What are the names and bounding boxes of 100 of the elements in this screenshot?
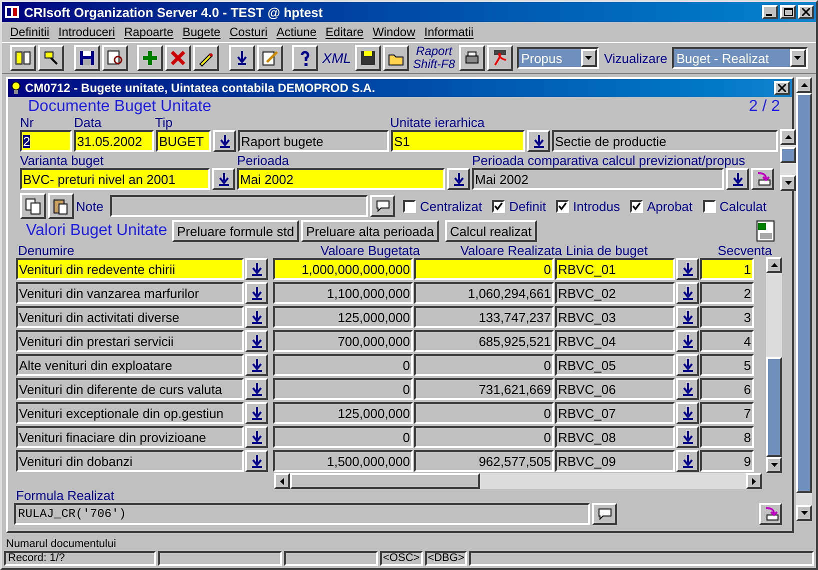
table-cell[interactable]: RBVC_05 [555,354,675,376]
checkbox[interactable] [702,200,716,212]
table-cell[interactable]: 7 [700,402,754,424]
lookup-button[interactable] [676,258,699,280]
table-cell[interactable]: Venituri din redevente chirii [16,258,244,280]
vertical-scrollbar[interactable] [766,257,782,473]
input-field[interactable]: Mai 2002 [472,168,724,190]
table-cell[interactable]: 0 [414,402,554,424]
lookup-button[interactable] [676,306,699,328]
menu-item[interactable]: Editare [326,26,364,38]
table-cell[interactable]: 133,747,237 [414,306,554,328]
paste-icon[interactable] [48,193,74,219]
table-cell[interactable]: Venituri din vanzarea marfurilor [16,282,244,304]
table-cell[interactable]: 4 [700,330,754,352]
table-cell[interactable]: 1,000,000,000,000 [273,258,413,280]
table-cell[interactable]: Venituri din activitati diverse [16,306,244,328]
comment-button[interactable] [370,195,395,217]
table-cell[interactable]: 0 [414,354,554,376]
lookup-button[interactable] [245,426,268,448]
table-cell[interactable]: 125,000,000 [273,402,413,424]
checkbox[interactable] [403,200,416,212]
table-cell[interactable]: Venituri din dobanzi [16,450,244,472]
input-field[interactable]: 2 [20,130,72,152]
table-cell[interactable]: RBVC_02 [555,282,675,304]
table-cell[interactable]: 1,060,294,661 [414,282,554,304]
action-button[interactable]: Calcul realizat [444,220,537,242]
menu-item[interactable]: Bugete [182,26,220,38]
lookup-button[interactable] [676,354,699,376]
folder-icon[interactable] [383,45,410,71]
table-cell[interactable]: 6 [700,378,754,400]
table-cell[interactable]: 0 [273,426,413,448]
lookup-button[interactable] [212,168,235,190]
description-field[interactable]: Sectie de productie [552,130,778,152]
table-cell[interactable]: 0 [273,378,413,400]
transfer-button[interactable] [759,503,782,525]
save-icon[interactable] [355,45,382,71]
lookup-button[interactable] [245,402,268,424]
print-preview-icon[interactable] [102,45,128,71]
menu-item[interactable]: Costuri [229,26,268,38]
table-cell[interactable]: Alte venituri din exploatare [16,354,244,376]
menu-item[interactable]: Window [372,26,416,38]
table-cell[interactable]: 0 [273,354,413,376]
lookup-button[interactable] [245,450,268,472]
menu-item[interactable]: Informatii [424,26,474,38]
lookup-button[interactable] [245,306,268,328]
table-cell[interactable]: Venituri din prestari servicii [16,330,244,352]
lookup-button[interactable] [676,450,699,472]
table-cell[interactable]: RBVC_03 [555,306,675,328]
table-cell[interactable]: 8 [700,426,754,448]
lookup-button[interactable] [245,282,268,304]
xml-button[interactable]: XML [320,51,354,65]
table-cell[interactable]: 125,000,000 [273,306,413,328]
menu-item[interactable]: Definitii [10,26,50,38]
table-cell[interactable]: 5 [700,354,754,376]
vertical-scrollbar[interactable] [796,77,812,521]
input-field[interactable]: BVC- preturi nivel an 2001 [20,168,210,190]
table-cell[interactable]: Venituri exceptionale din op.gestiun [16,402,244,424]
lookup-button[interactable] [676,378,699,400]
table-cell[interactable]: RBVC_06 [555,378,675,400]
formula-field[interactable]: RULAJ_CR('706') [14,503,590,525]
table-cell[interactable]: Venituri din diferente de curs valuta [16,378,244,400]
edit-icon[interactable] [256,45,283,71]
note-field[interactable] [110,195,368,217]
table-cell[interactable]: 0 [414,258,554,280]
menu-item[interactable]: Actiune [276,26,317,38]
lookup-button[interactable] [676,282,699,304]
lookup-button[interactable] [213,130,236,152]
table-cell[interactable]: RBVC_04 [555,330,675,352]
action-button[interactable]: Preluare alta perioada [301,220,439,242]
table-cell[interactable]: 0 [414,426,554,448]
checkbox[interactable] [556,200,569,212]
report-button[interactable]: Raport Shift-F8 [411,45,458,71]
input-field[interactable]: 31.05.2002 [74,130,154,152]
menu-item[interactable]: Introduceri [58,26,116,38]
table-cell[interactable]: RBVC_01 [555,258,675,280]
table-cell[interactable]: 9 [700,450,754,472]
lookup-button[interactable] [245,378,268,400]
checkbox[interactable] [492,200,506,212]
input-field[interactable]: Mai 2002 [237,168,445,190]
lookup-button[interactable] [676,426,699,448]
table-cell[interactable]: RBVC_08 [555,426,675,448]
lookup-button[interactable] [726,168,749,190]
table-cell[interactable]: 1,500,000,000 [273,450,413,472]
table-cell[interactable]: 962,577,505 [414,450,554,472]
table-cell[interactable]: RBVC_09 [555,450,675,472]
table-cell[interactable]: 700,000,000 [273,330,413,352]
table-cell[interactable]: RBVC_07 [555,402,675,424]
menu-item[interactable]: Rapoarte [124,26,174,38]
table-cell[interactable]: 2 [700,282,754,304]
close-icon[interactable] [798,5,814,19]
table-cell[interactable]: 685,925,521 [414,330,554,352]
horizontal-scrollbar[interactable] [274,473,762,489]
download-icon[interactable] [228,45,255,71]
table-cell[interactable]: 1 [700,258,754,280]
lookup-button[interactable] [245,330,268,352]
comment-button[interactable] [592,503,617,525]
lookup-button[interactable] [676,402,699,424]
save-icon[interactable] [74,45,100,71]
printer-icon[interactable] [459,45,486,71]
lookup-button[interactable] [245,258,268,280]
